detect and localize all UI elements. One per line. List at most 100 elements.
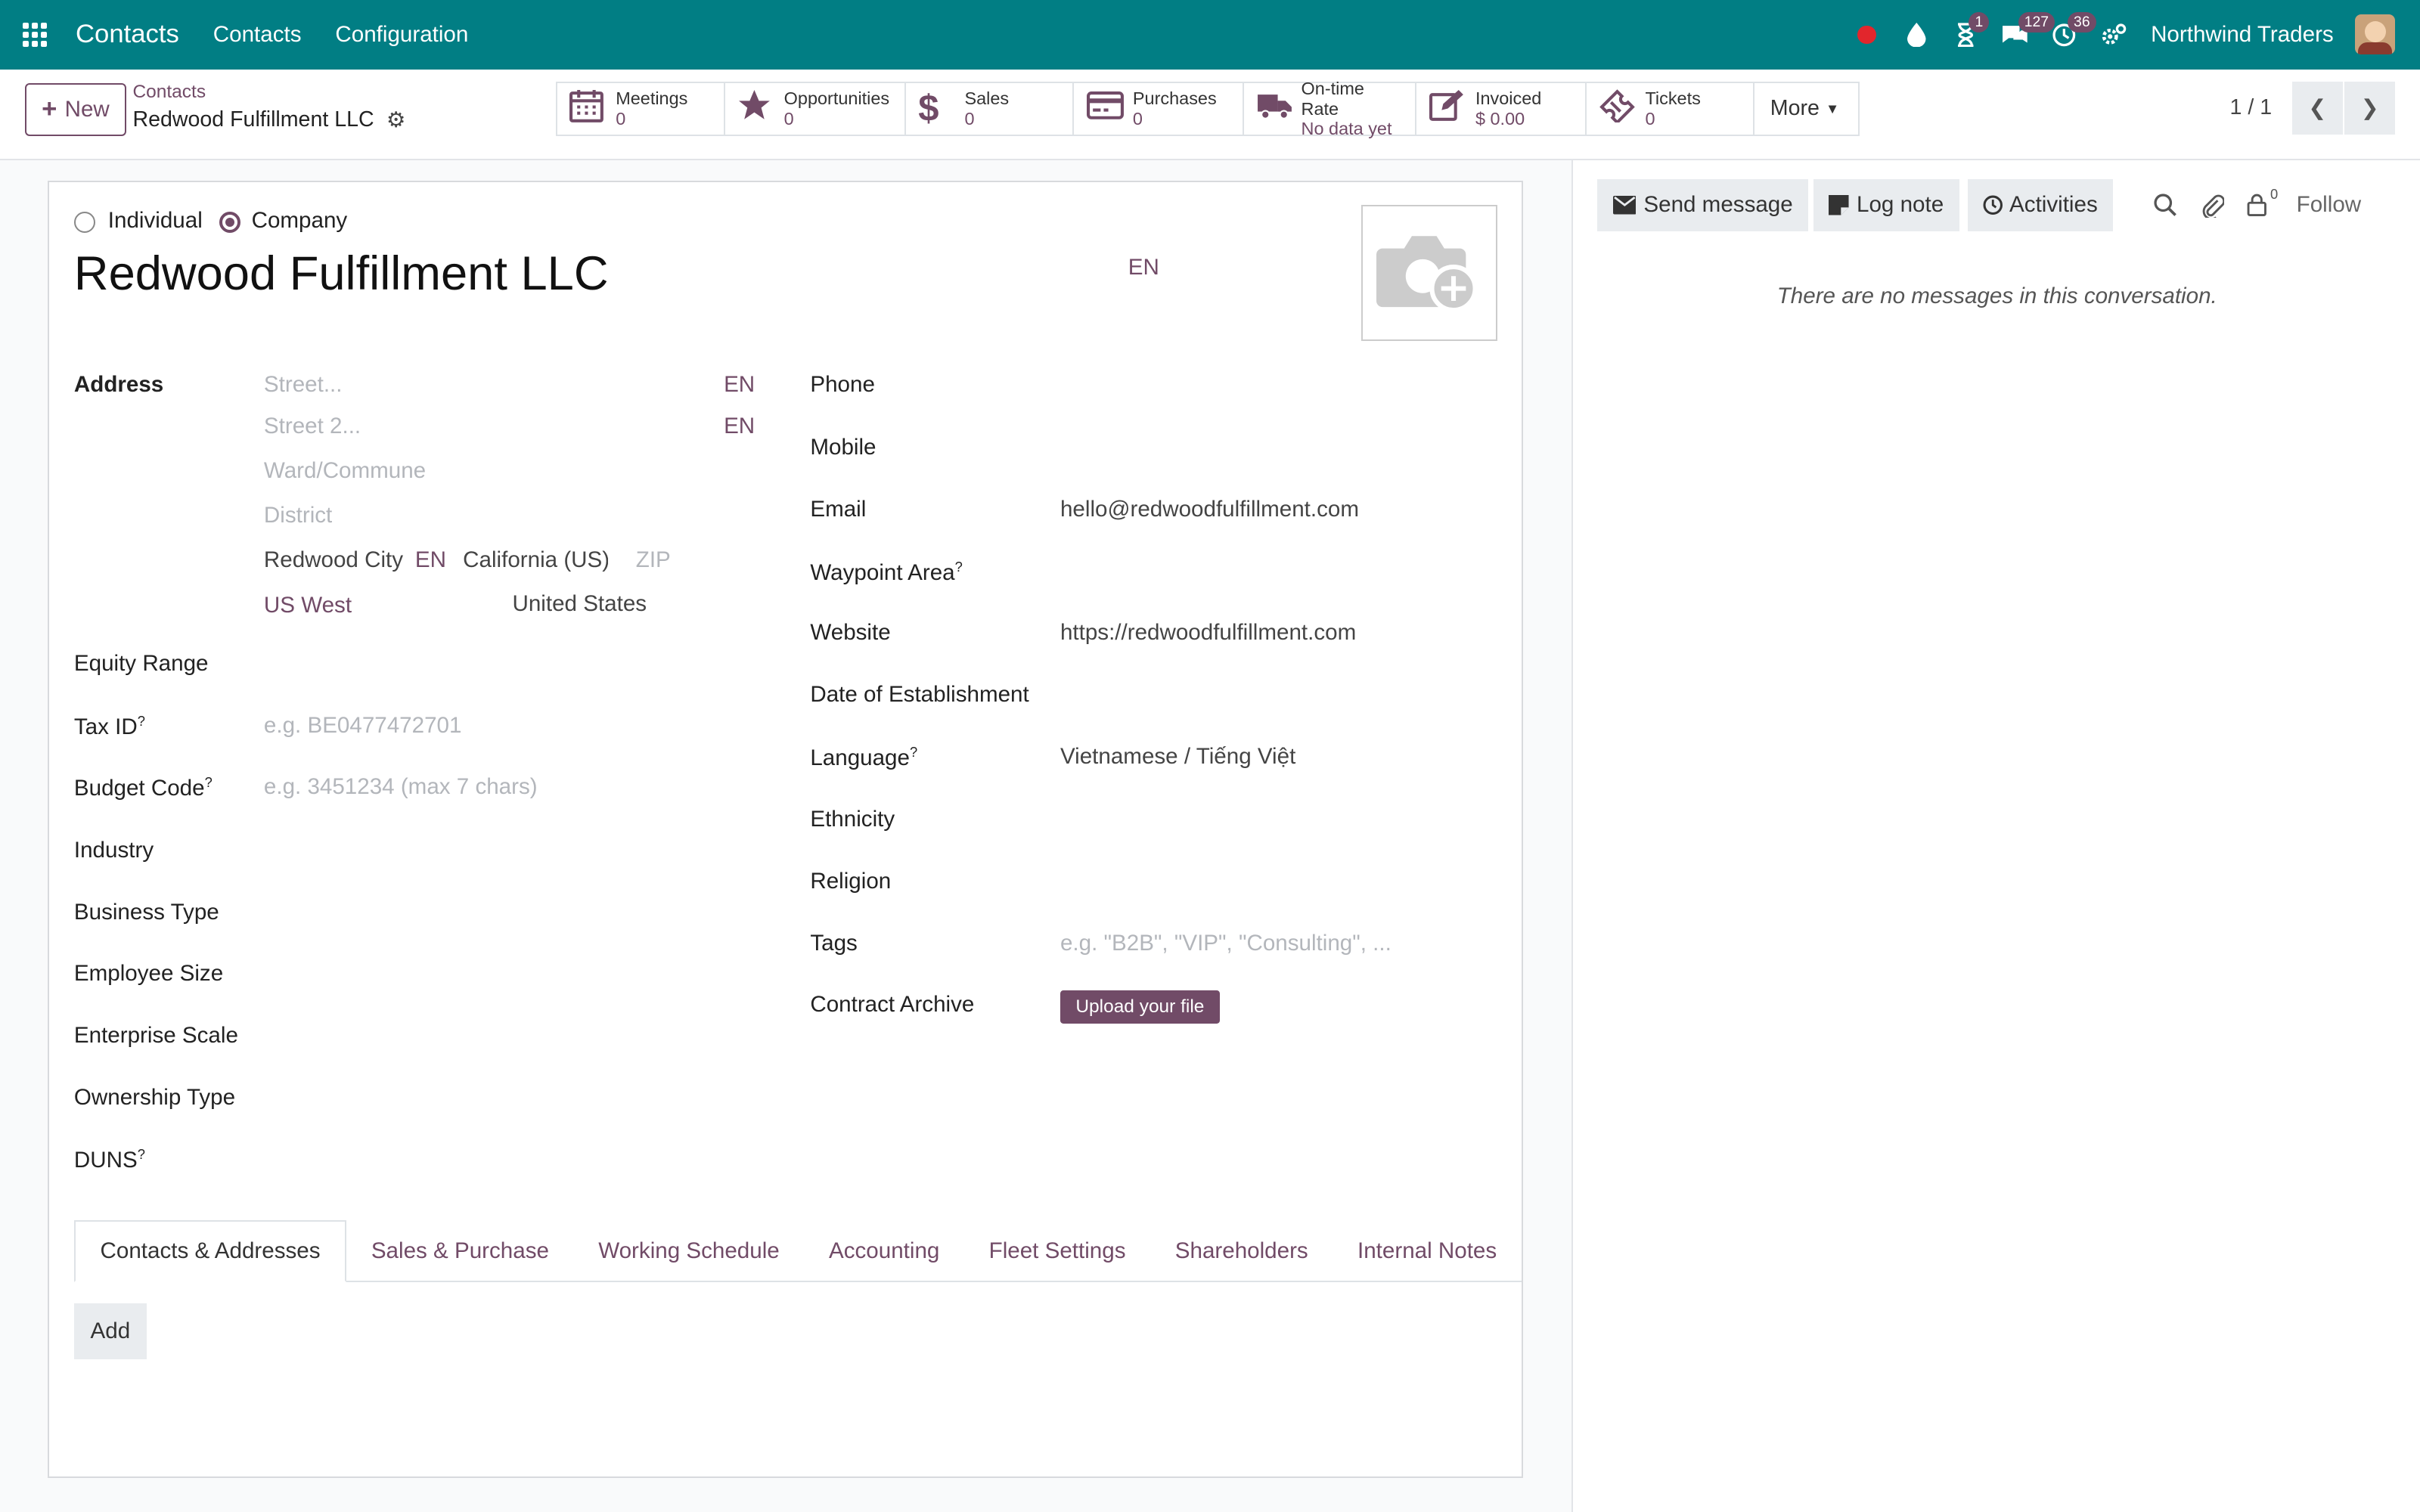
- gear-icon[interactable]: ⚙: [386, 107, 406, 133]
- truck-icon: [1256, 90, 1295, 127]
- street2-input[interactable]: Street 2...: [264, 414, 361, 439]
- street-input[interactable]: Street...: [264, 372, 343, 398]
- tags-label: Tags: [810, 930, 858, 956]
- dollar-icon: $: [918, 88, 939, 129]
- lock-icon: [2247, 194, 2267, 217]
- form-sheet: Individual Company Redwood Fulfillment L…: [48, 180, 1524, 1479]
- name-lang-tag[interactable]: EN: [1128, 255, 1159, 280]
- tab-sales-purchase[interactable]: Sales & Purchase: [346, 1220, 573, 1282]
- city-input[interactable]: Redwood City: [264, 547, 403, 573]
- street2-lang-tag[interactable]: EN: [724, 414, 755, 439]
- employee-size-label: Employee Size: [73, 961, 224, 987]
- envelope-icon: [1612, 196, 1637, 215]
- waypoint-area-label: Waypoint Area?: [810, 559, 962, 586]
- tickets-label: Tickets: [1645, 88, 1701, 109]
- budget-code-label: Budget Code?: [74, 774, 213, 801]
- activities-button[interactable]: 1: [1941, 0, 1990, 70]
- radio-company[interactable]: [219, 211, 241, 234]
- app-title[interactable]: Contacts: [76, 20, 179, 49]
- attachments-button[interactable]: [2201, 179, 2224, 231]
- apps-menu-button[interactable]: [0, 0, 70, 70]
- calendar-icon: [569, 88, 610, 129]
- purchases-value: 0: [1132, 108, 1143, 129]
- chatter-panel: Send message Log note Activities 0 Follo…: [1571, 160, 2420, 1512]
- pager-value[interactable]: 1 / 1: [2230, 95, 2273, 120]
- log-note-button[interactable]: Log note: [1813, 178, 1959, 232]
- breadcrumb-current: Redwood Fulfillment LLC ⚙: [133, 107, 406, 133]
- tab-fleet-settings[interactable]: Fleet Settings: [964, 1220, 1150, 1282]
- followers-button[interactable]: 0: [2247, 179, 2278, 231]
- waypoint-label-text: Waypoint Area: [810, 559, 955, 585]
- state-select[interactable]: California (US): [463, 547, 608, 573]
- purchases-smart-button[interactable]: Purchases 0: [1072, 82, 1244, 136]
- website-input[interactable]: https://redwoodfulfillment.com: [1060, 620, 1356, 646]
- activities-button[interactable]: Activities: [1967, 178, 2114, 232]
- send-message-button[interactable]: Send message: [1597, 178, 1809, 232]
- clock-button[interactable]: 36: [2040, 0, 2096, 70]
- address-label: Address: [73, 371, 164, 397]
- city-lang-tag[interactable]: EN: [415, 547, 446, 573]
- partner-name-input[interactable]: Redwood Fulfillment LLC: [74, 246, 609, 301]
- breadcrumb-contacts[interactable]: Contacts: [133, 82, 206, 103]
- tab-shareholders[interactable]: Shareholders: [1150, 1220, 1333, 1282]
- tickets-smart-button[interactable]: Tickets 0: [1584, 82, 1755, 136]
- budget-help-icon[interactable]: ?: [205, 774, 213, 790]
- new-button[interactable]: + New: [24, 83, 127, 136]
- enterprise-scale-label: Enterprise Scale: [73, 1022, 238, 1048]
- duns-help-icon[interactable]: ?: [138, 1146, 145, 1162]
- opportunities-label: Opportunities: [783, 88, 890, 109]
- meetings-smart-button[interactable]: Meetings 0: [555, 82, 726, 136]
- ontime-rate-smart-button[interactable]: On-time Rate No data yet: [1242, 79, 1417, 138]
- language-select[interactable]: Vietnamese / Tiếng Việt: [1060, 744, 1295, 770]
- smart-buttons: Meetings 0 Opportunities 0 $ Sales 0 Purcha…: [555, 79, 1860, 138]
- settings-button[interactable]: [2089, 0, 2138, 70]
- language-label-text: Language: [810, 745, 910, 770]
- messages-button[interactable]: 127: [1990, 0, 2055, 70]
- invoiced-smart-button[interactable]: Invoiced $ 0.00: [1415, 82, 1587, 136]
- top-navbar: Contacts Contacts Configuration 1 127 36: [0, 0, 2420, 70]
- drop-button[interactable]: [1891, 0, 1941, 70]
- language-help-icon[interactable]: ?: [910, 744, 917, 760]
- star-icon: [737, 88, 777, 129]
- upload-file-button[interactable]: Upload your file: [1060, 990, 1220, 1024]
- company-switcher[interactable]: Northwind Traders: [2151, 22, 2334, 48]
- company-label[interactable]: Company: [252, 208, 348, 234]
- sales-smart-button[interactable]: $ Sales 0: [904, 82, 1075, 136]
- search-messages-button[interactable]: [2153, 179, 2178, 231]
- menu-configuration[interactable]: Configuration: [335, 22, 468, 48]
- more-dropdown-button[interactable]: More ▼: [1753, 82, 1860, 136]
- tab-contacts-addresses[interactable]: Contacts & Addresses: [73, 1220, 347, 1282]
- business-type-label: Business Type: [73, 899, 219, 925]
- tab-accounting[interactable]: Accounting: [804, 1220, 964, 1282]
- follow-button[interactable]: Follow: [2297, 179, 2361, 231]
- district-input[interactable]: District: [264, 503, 332, 528]
- country-select[interactable]: United States: [512, 591, 647, 617]
- taxid-input[interactable]: e.g. BE0477472701: [264, 713, 462, 739]
- pager-previous-button[interactable]: ❮: [2291, 82, 2343, 135]
- tab-working-schedule[interactable]: Working Schedule: [574, 1220, 805, 1282]
- menu-contacts[interactable]: Contacts: [213, 22, 302, 48]
- radio-individual[interactable]: [73, 211, 96, 234]
- region-select[interactable]: US West: [264, 593, 352, 618]
- user-avatar[interactable]: [2355, 14, 2396, 55]
- email-label: Email: [810, 497, 867, 522]
- pager-next-button[interactable]: ❯: [2344, 82, 2396, 135]
- industry-label: Industry: [73, 838, 154, 863]
- zip-input[interactable]: ZIP: [636, 547, 671, 573]
- recording-indicator[interactable]: [1842, 0, 1891, 70]
- waypoint-help-icon[interactable]: ?: [955, 559, 963, 575]
- plus-icon: +: [42, 94, 57, 124]
- opportunities-smart-button[interactable]: Opportunities 0: [724, 82, 906, 136]
- avatar-upload[interactable]: [1360, 205, 1497, 341]
- taxid-help-icon[interactable]: ?: [138, 713, 145, 729]
- tab-internal-notes[interactable]: Internal Notes: [1333, 1220, 1521, 1282]
- street-lang-tag[interactable]: EN: [724, 372, 755, 398]
- invoiced-value: $ 0.00: [1475, 108, 1525, 129]
- ontime-rate-value: No data yet: [1301, 119, 1392, 139]
- ward-input[interactable]: Ward/Commune: [264, 458, 426, 484]
- individual-label[interactable]: Individual: [108, 208, 203, 234]
- budget-code-input[interactable]: e.g. 3451234 (max 7 chars): [264, 774, 538, 800]
- add-contact-button[interactable]: Add: [73, 1303, 147, 1359]
- tags-input[interactable]: e.g. "B2B", "VIP", "Consulting", ...: [1060, 931, 1392, 956]
- email-input[interactable]: hello@redwoodfulfillment.com: [1060, 497, 1359, 522]
